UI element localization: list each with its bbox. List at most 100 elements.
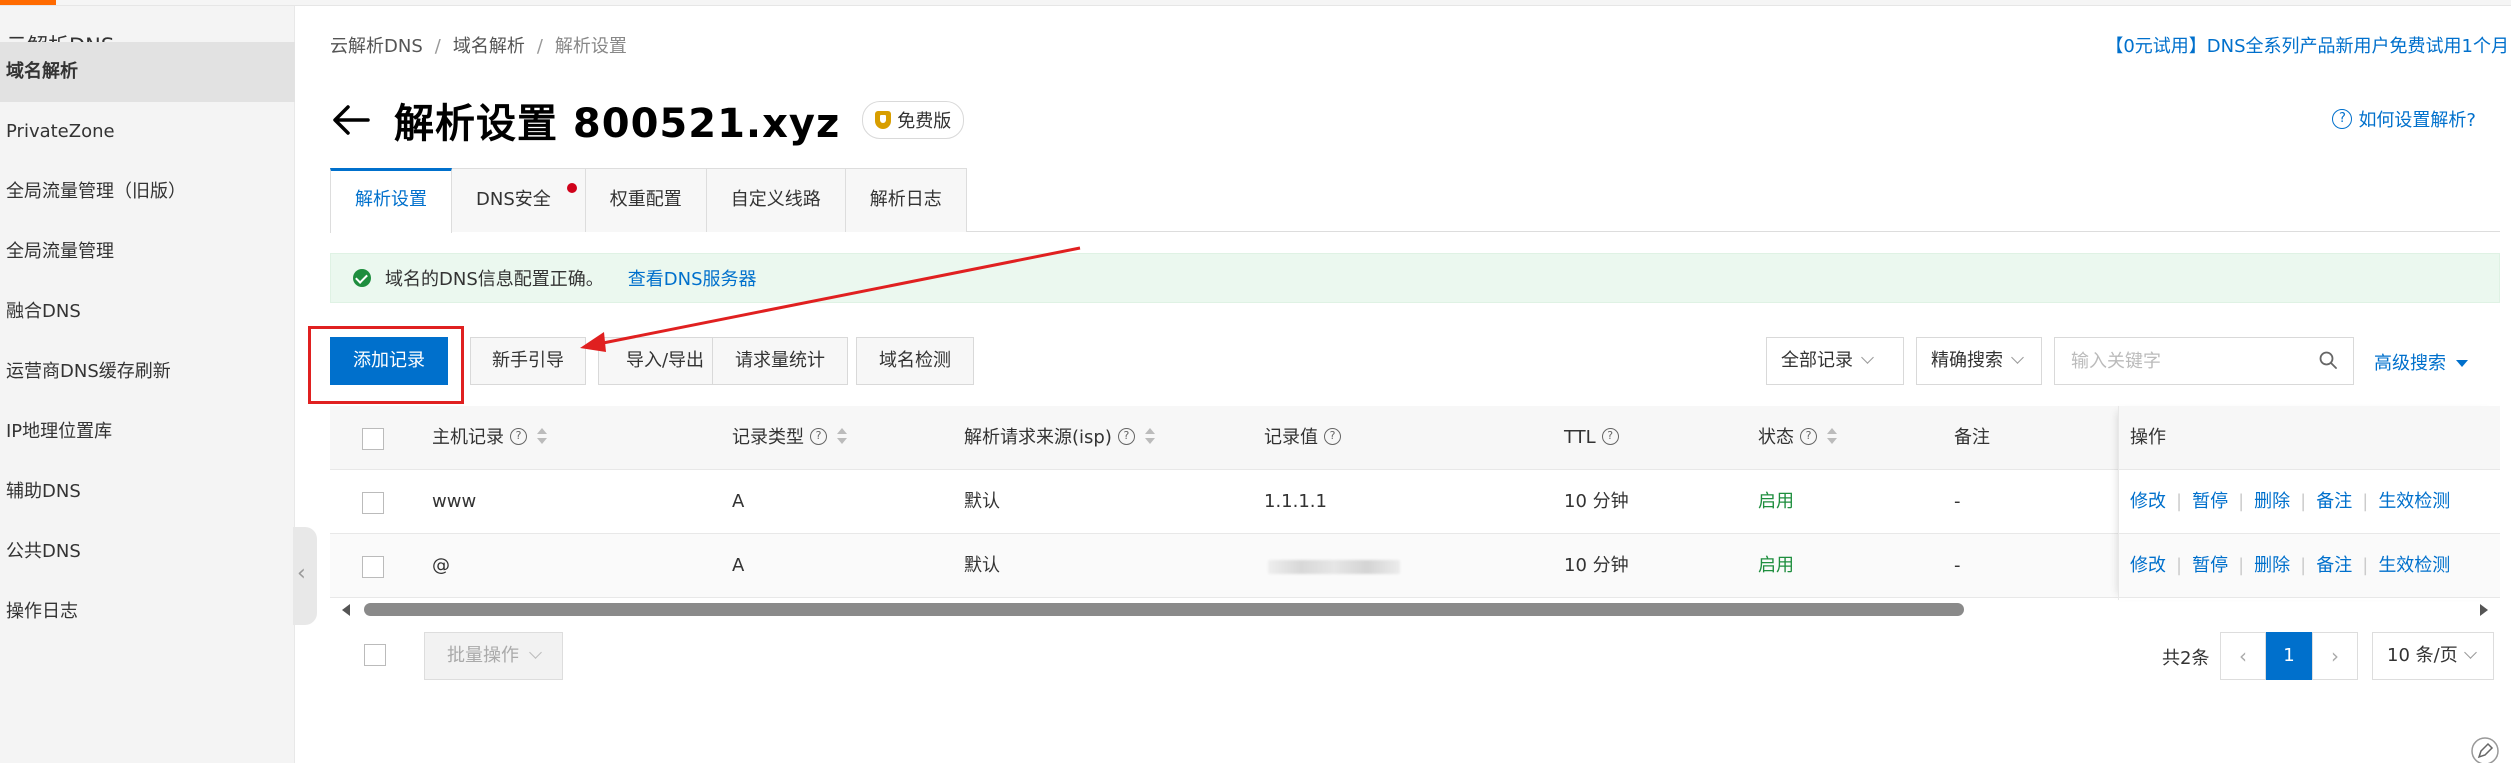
cell-host: @: [432, 555, 450, 576]
breadcrumb: 云解析DNS / 域名解析 / 解析设置: [330, 32, 627, 58]
tab-custom-line[interactable]: 自定义线路: [705, 168, 846, 232]
annotation-highlight-box: [308, 326, 464, 404]
sidebar-item-gtm[interactable]: 全局流量管理: [0, 222, 295, 282]
row-checkbox[interactable]: [362, 492, 384, 514]
tab-dns-security-label: DNS安全: [476, 189, 551, 210]
breadcrumb-item-domain[interactable]: 域名解析: [453, 36, 525, 57]
scrollbar-thumb[interactable]: [364, 603, 1964, 616]
column-type[interactable]: 记录类型?: [732, 406, 847, 470]
cell-value: 1.1.1.1: [1264, 491, 1327, 512]
column-host[interactable]: 主机记录?: [432, 406, 547, 470]
column-isp-label: 解析请求来源(isp): [964, 427, 1112, 448]
column-status-label: 状态: [1758, 427, 1794, 448]
sidebar-item-ip-geolocation[interactable]: IP地理位置库: [0, 402, 295, 462]
notification-dot: [566, 183, 577, 193]
search-mode-select[interactable]: 精确搜索: [1916, 337, 2042, 385]
cell-ttl: 10 分钟: [1564, 555, 1629, 576]
help-icon[interactable]: ?: [1800, 427, 1817, 445]
advanced-search-toggle[interactable]: 高级搜索: [2374, 349, 2468, 375]
column-status[interactable]: 状态?: [1758, 406, 1837, 470]
sidebar-item-privatezone[interactable]: PrivateZone: [0, 102, 295, 162]
next-page-button[interactable]: ›: [2312, 632, 2358, 680]
column-isp[interactable]: 解析请求来源(isp)?: [964, 406, 1155, 470]
brand-accent: [0, 0, 56, 5]
domain-check-button[interactable]: 域名检测: [856, 337, 974, 385]
sidebar-item-gtm-legacy[interactable]: 全局流量管理（旧版）: [0, 162, 295, 222]
cell-status: 启用: [1758, 491, 1794, 512]
view-dns-servers-link[interactable]: 查看DNS服务器: [628, 265, 757, 291]
sidebar-item-secondary-dns[interactable]: 辅助DNS: [0, 462, 295, 522]
sidebar-item-fusion-dns[interactable]: 融合DNS: [0, 282, 295, 342]
help-link[interactable]: ? 如何设置解析?: [2332, 106, 2476, 132]
sort-icon[interactable]: [1144, 428, 1155, 444]
help-icon[interactable]: ?: [510, 427, 527, 445]
caret-down-icon: [2456, 360, 2468, 367]
breadcrumb-separator: /: [536, 36, 543, 57]
select-all-checkbox[interactable]: [362, 428, 384, 450]
toolbar: 添加记录 新手引导 导入/导出 请求量统计 域名检测 全部记录 精确搜索 高级搜…: [308, 326, 2500, 404]
sidebar-item-isp-cache-refresh[interactable]: 运营商DNS缓存刷新: [0, 342, 295, 402]
chevron-down-icon: [529, 646, 542, 659]
column-ttl: TTL?: [1564, 406, 1619, 470]
sidebar-item-domain-resolution[interactable]: 域名解析: [0, 42, 295, 102]
cell-host: www: [432, 491, 477, 512]
scroll-left-icon[interactable]: [342, 604, 350, 616]
edit-feedback-icon[interactable]: [2470, 736, 2500, 763]
column-ttl-label: TTL: [1564, 427, 1596, 448]
cell-type: A: [732, 491, 745, 512]
question-icon: ?: [2332, 109, 2353, 129]
sidebar-item-operation-log[interactable]: 操作日志: [0, 582, 295, 642]
search-input[interactable]: [2055, 338, 2295, 384]
help-icon[interactable]: ?: [810, 427, 827, 445]
page-header: 解析设置 800521.xyz 免费版: [330, 92, 965, 148]
page-button-current[interactable]: 1: [2266, 632, 2312, 680]
check-circle-icon: [353, 269, 371, 287]
beginner-guide-button[interactable]: 新手引导: [470, 337, 586, 385]
page-title: 解析设置 800521.xyz: [394, 101, 841, 147]
column-value-label: 记录值: [1264, 427, 1318, 448]
cell-isp: 默认: [964, 555, 1000, 576]
tab-resolution-log[interactable]: 解析日志: [844, 168, 967, 232]
column-host-label: 主机记录: [432, 427, 504, 448]
sort-icon[interactable]: [537, 428, 547, 444]
edition-badge-label: 免费版: [897, 111, 952, 132]
column-remark: 备注: [1954, 427, 1990, 448]
redacted-value: [1268, 560, 1400, 574]
batch-operation-button[interactable]: 批量操作: [424, 632, 563, 680]
record-filter-select[interactable]: 全部记录: [1766, 337, 1904, 385]
back-arrow-icon[interactable]: [330, 98, 374, 142]
help-icon[interactable]: ?: [1324, 427, 1341, 445]
cell-remark: -: [1954, 491, 1961, 512]
breadcrumb-item-current: 解析设置: [554, 36, 627, 57]
tab-dns-security[interactable]: DNS安全: [451, 168, 586, 232]
footer-select-all-checkbox[interactable]: [364, 644, 386, 666]
horizontal-scrollbar[interactable]: [330, 600, 2500, 620]
shield-icon: [875, 111, 892, 129]
chevron-down-icon: [1861, 351, 1874, 364]
row-checkbox[interactable]: [362, 556, 384, 578]
scroll-right-icon[interactable]: [2480, 604, 2488, 616]
page-size-select[interactable]: 10 条/页: [2372, 632, 2494, 680]
main-content: 云解析DNS / 域名解析 / 解析设置 【0元试用】DNS全系列产品新用户免费试用1个…: [308, 6, 2509, 763]
prev-page-button[interactable]: ‹: [2220, 632, 2266, 680]
search-icon[interactable]: [2319, 351, 2337, 369]
cell-ttl: 10 分钟: [1564, 491, 1629, 512]
total-count: 共2条: [2162, 648, 2210, 669]
page-size-value: 10 条/页: [2387, 645, 2458, 666]
column-value: 记录值?: [1264, 406, 1341, 470]
promo-link[interactable]: 【0元试用】DNS全系列产品新用户免费试用1个月: [2105, 32, 2509, 58]
cell-remark: -: [1954, 555, 1961, 576]
help-icon[interactable]: ?: [1601, 427, 1619, 445]
sidebar-collapse-handle[interactable]: ‹: [293, 527, 317, 625]
help-icon[interactable]: ?: [1117, 427, 1135, 445]
tab-weight-config[interactable]: 权重配置: [584, 168, 707, 232]
tab-resolution-settings[interactable]: 解析设置: [330, 168, 452, 233]
cell-status: 启用: [1758, 555, 1794, 576]
sidebar-item-public-dns[interactable]: 公共DNS: [0, 522, 295, 582]
table-footer: 批量操作 共2条 ‹ 1 › 10 条/页: [330, 626, 2500, 686]
sort-icon[interactable]: [837, 428, 847, 444]
breadcrumb-item-dns[interactable]: 云解析DNS: [330, 36, 423, 57]
edition-badge: 免费版: [862, 101, 965, 139]
sort-icon[interactable]: [1827, 428, 1837, 444]
request-stats-button[interactable]: 请求量统计: [712, 337, 848, 385]
